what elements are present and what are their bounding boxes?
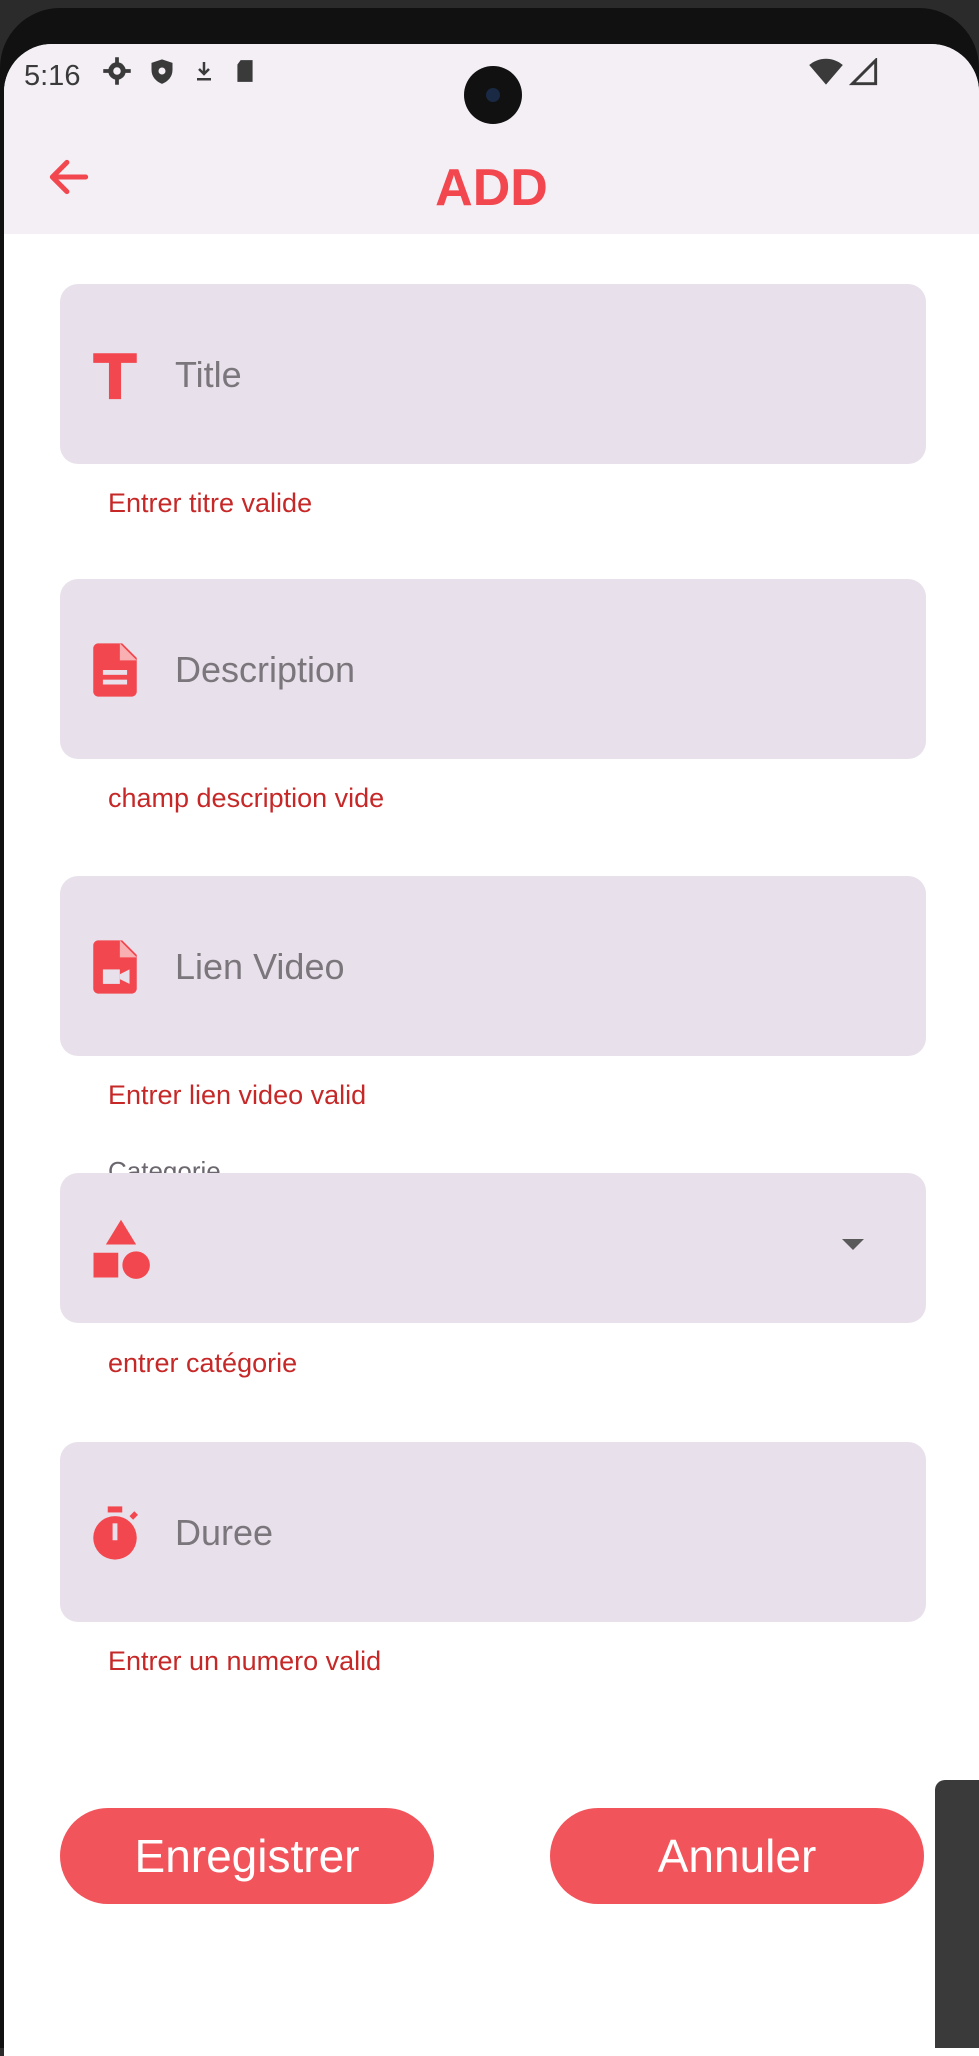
signal-icon [849,58,878,86]
document-icon [93,643,137,697]
download-icon [197,62,211,81]
dropdown-caret-icon[interactable] [842,1239,864,1250]
front-camera [464,66,522,124]
description-field[interactable]: Description [60,579,926,759]
app-bar: ADD [4,128,979,228]
screen: 5:16 ADD Title Entrer titre valide Descr… [4,44,979,2056]
cancel-button[interactable]: Annuler [550,1808,924,1904]
wifi-icon [809,58,843,85]
category-error: entrer catégorie [108,1348,298,1378]
page-title: ADD [435,159,548,217]
title-field[interactable]: Title [60,284,926,464]
description-error: champ description vide [108,783,385,813]
video-link-error: Entrer lien video valid [108,1080,367,1110]
title-error: Entrer titre valide [108,488,313,518]
duration-placeholder: Duree [175,1512,274,1553]
sd-card-icon [237,60,253,82]
title-placeholder: Title [175,354,242,395]
device-frame: 5:16 ADD Title Entrer titre valide Descr… [0,8,979,2056]
video-file-icon [93,940,137,994]
duration-field[interactable]: Duree [60,1442,926,1622]
top-area: 5:16 ADD [4,44,979,234]
description-placeholder: Description [175,649,356,690]
status-time: 5:16 [24,60,81,92]
video-link-field[interactable]: Lien Video [60,876,926,1056]
category-shapes-icon [93,1219,150,1279]
save-button[interactable]: Enregistrer [60,1808,434,1904]
shield-icon [151,59,173,84]
timer-icon [93,1506,138,1560]
side-toolbar-edge [935,1780,979,2048]
category-dropdown[interactable] [60,1173,926,1323]
duration-error: Entrer un numero valid [108,1646,382,1676]
settings-icon [103,57,131,85]
video-link-placeholder: Lien Video [175,946,345,987]
text-icon [93,353,137,400]
